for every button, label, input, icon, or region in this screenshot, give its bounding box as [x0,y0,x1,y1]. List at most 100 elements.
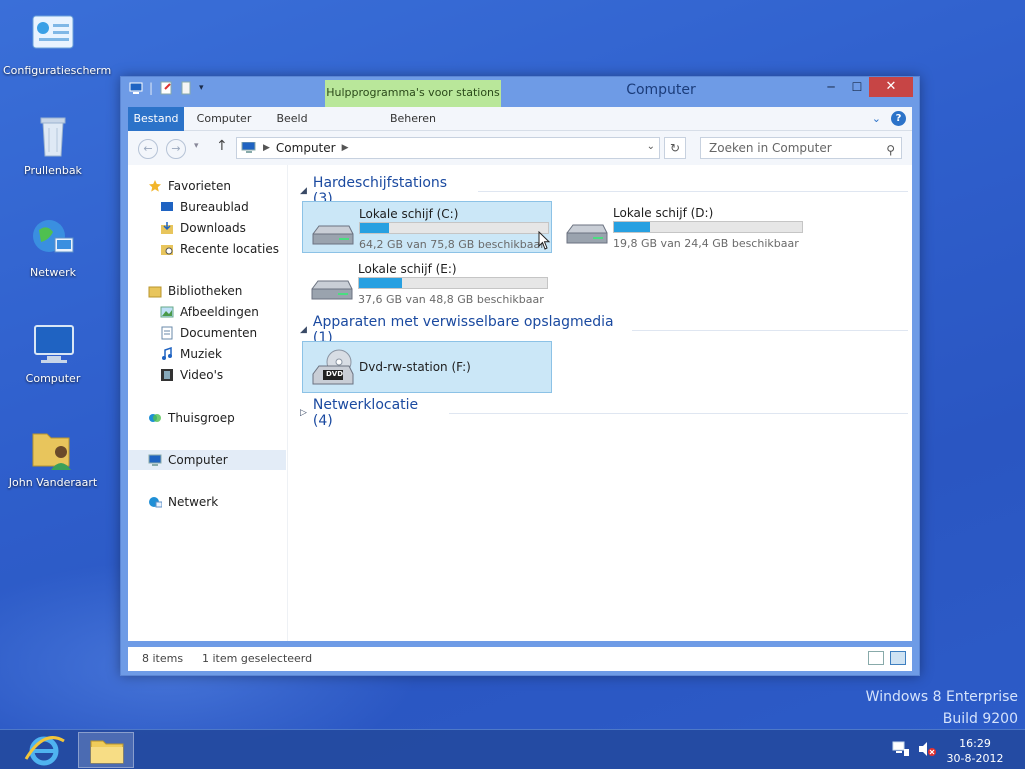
maximize-button[interactable]: ☐ [843,77,871,97]
clock-date: 30-8-2012 [946,752,1004,765]
music-icon [160,346,174,361]
tiles-view-icon[interactable] [890,651,906,665]
nav-computer[interactable]: Computer [128,450,286,470]
qat-separator: | [149,81,154,95]
collapse-triangle-icon[interactable]: ◢ [300,186,307,196]
status-selected-count: 1 item geselecteerd [202,652,313,665]
group-header-label: Netwerklocatie (4) [312,397,419,429]
desktop-icon-recycle-bin[interactable]: Prullenbak [3,112,103,177]
address-bar[interactable]: ▶ Computer ▶ ⌄ [236,137,660,159]
window-body: Favorieten Bureaublad Downloads Recente … [128,165,912,641]
drive-name: Lokale schijf (D:) [613,206,714,220]
forward-button[interactable]: → [166,139,186,159]
nav-label: Favorieten [168,179,231,193]
desktop-icon-user-folder[interactable]: John Vanderaart [3,424,103,489]
control-panel-icon [29,12,77,60]
breadcrumb-separator-icon[interactable]: ▶ [263,143,270,153]
file-explorer-taskbar-button[interactable] [78,732,134,768]
new-folder-icon[interactable] [179,81,193,95]
properties-icon[interactable] [159,81,173,95]
view-switcher [868,651,906,665]
tab-view[interactable]: Beeld [268,107,316,131]
nav-homegroup[interactable]: Thuisgroep [128,408,286,428]
computer-icon [148,453,162,467]
nav-favorites[interactable]: Favorieten [128,176,286,196]
nav-desktop[interactable]: Bureaublad [128,197,286,217]
expand-ribbon-icon[interactable]: ⌄ [872,112,881,125]
desktop-icon-label: Configuratiescherm [3,64,112,77]
nav-label: Thuisgroep [168,411,235,425]
context-tab-drive-tools[interactable]: Hulpprogramma's voor stations [325,80,501,108]
navigation-bar: ← → ▾ ↑ ▶ Computer ▶ ⌄ ↻ Zoeken in Compu… [128,131,912,165]
navigation-pane: Favorieten Bureaublad Downloads Recente … [128,165,288,641]
system-tray [892,741,936,760]
up-button[interactable]: ↑ [216,138,228,154]
nav-music[interactable]: Muziek [128,344,286,364]
drive-name: Lokale schijf (C:) [359,207,459,221]
drive-usage-fill [614,222,650,232]
search-icon[interactable]: ⚲ [886,140,895,160]
drive-tile-c[interactable]: Lokale schijf (C:) 64,2 GB van 75,8 GB b… [302,201,552,253]
explorer-window: | ▾ Hulpprogramma's voor stations Comput… [120,76,920,676]
dvd-drive-tile[interactable]: DVD Dvd-rw-station (F:) [302,341,552,393]
customize-qat-icon[interactable]: ▾ [199,83,204,93]
tab-file[interactable]: Bestand [128,107,184,131]
search-placeholder: Zoeken in Computer [709,141,832,155]
desktop-icon-network[interactable]: Netwerk [3,214,103,279]
status-item-count: 8 items [142,652,184,665]
drive-tile-e[interactable]: Lokale schijf (E:) 37,6 GB van 48,8 GB b… [302,257,552,309]
window-computer-icon[interactable] [129,81,143,95]
nav-network[interactable]: Netwerk [128,492,286,512]
title-bar[interactable]: | ▾ Hulpprogramma's voor stations Comput… [121,77,919,108]
minimize-button[interactable]: ─ [817,77,845,97]
expand-triangle-icon[interactable]: ▷ [300,408,307,418]
address-computer-icon [241,141,257,154]
mouse-cursor-icon [538,230,552,254]
network-status-icon[interactable] [892,741,910,760]
nav-pictures[interactable]: Afbeeldingen [128,302,286,322]
help-icon[interactable]: ? [891,111,906,126]
nav-libraries[interactable]: Bibliotheken [128,281,286,301]
details-view-icon[interactable] [868,651,884,665]
breadcrumb-separator-icon[interactable]: ▶ [342,143,349,153]
pictures-icon [160,305,174,319]
content-pane: ◢ Hardeschijfstations (3) Lokale schijf … [296,165,908,641]
close-button[interactable]: ✕ [869,77,913,97]
tab-computer[interactable]: Computer [190,107,258,131]
drive-usage-bar [613,221,803,233]
search-input[interactable]: Zoeken in Computer ⚲ [700,137,902,159]
nav-label: Netwerk [168,495,219,509]
taskbar-clock[interactable]: 16:29 30-8-2012 [940,736,1010,766]
videos-icon [160,368,174,382]
desktop-icon-label: Netwerk [30,266,76,279]
desktop-icon-computer[interactable]: Computer [3,320,103,385]
group-network-locations[interactable]: ▷ Netwerklocatie (4) [300,397,908,429]
desktop-icon-control-panel[interactable]: Configuratiescherm [3,12,112,77]
address-dropdown-icon[interactable]: ⌄ [647,141,655,152]
network-icon [148,495,163,509]
tab-manage[interactable]: Beheren [358,107,468,131]
drive-free-text: 37,6 GB van 48,8 GB beschikbaar [358,293,544,306]
watermark-build: Build 9200 [942,711,1018,727]
nav-label: Computer [168,453,228,467]
nav-documents[interactable]: Documenten [128,323,286,343]
star-icon [148,179,162,193]
nav-recent-places[interactable]: Recente locaties [128,239,286,259]
nav-label: Recente locaties [180,242,279,256]
network-globe-icon [29,214,77,262]
back-button[interactable]: ← [138,139,158,159]
nav-label: Documenten [180,326,258,340]
refresh-button[interactable]: ↻ [664,137,686,159]
ribbon-tabs: Bestand Computer Beeld Beheren ⌄ ? [128,107,912,131]
collapse-triangle-icon[interactable]: ◢ [300,325,307,335]
speaker-muted-icon[interactable] [918,741,936,760]
homegroup-icon [148,411,162,425]
breadcrumb-computer[interactable]: Computer [276,141,336,155]
libraries-icon [148,284,162,298]
nav-downloads[interactable]: Downloads [128,218,286,238]
recent-locations-dropdown[interactable]: ▾ [194,141,199,151]
nav-videos[interactable]: Video's [128,365,286,385]
drive-tile-d[interactable]: Lokale schijf (D:) 19,8 GB van 24,4 GB b… [557,201,807,253]
internet-explorer-icon[interactable] [20,733,68,767]
drive-name: Lokale schijf (E:) [358,262,457,276]
